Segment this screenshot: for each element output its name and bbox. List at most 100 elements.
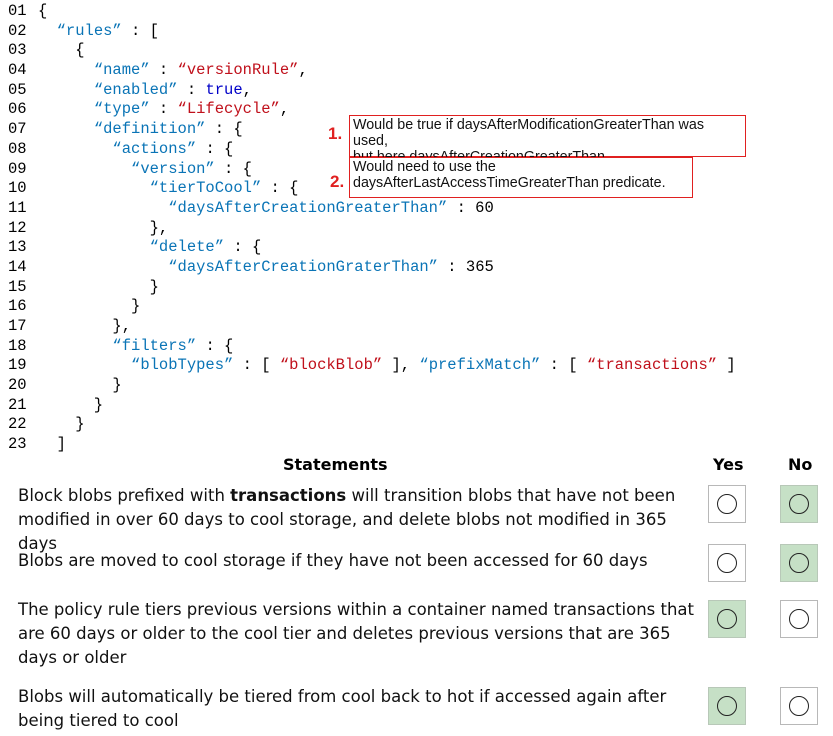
- json-punctuation: : [: [233, 356, 280, 375]
- line-number: 21: [8, 395, 27, 414]
- line-number: 02: [8, 21, 27, 40]
- json-punctuation: : {: [196, 336, 234, 355]
- line-number: 18: [8, 336, 27, 355]
- json-key: “rules”: [56, 21, 122, 40]
- code-line: 22 }: [8, 415, 828, 435]
- json-punctuation: ,: [279, 100, 290, 119]
- json-punctuation: [38, 337, 112, 355]
- json-punctuation: : {: [261, 179, 299, 198]
- json-key: “filters”: [112, 336, 197, 355]
- yes-option[interactable]: [708, 687, 746, 725]
- json-key: “type”: [93, 100, 150, 119]
- code-line: 13 “delete” : {: [8, 238, 828, 258]
- json-punctuation: [38, 356, 131, 374]
- json-punctuation: }: [38, 415, 85, 434]
- statement-text: Blobs will automatically be tiered from …: [18, 687, 667, 730]
- json-punctuation: {: [38, 41, 85, 60]
- radio-button[interactable]: [717, 696, 737, 716]
- line-number: 01: [8, 2, 27, 20]
- line-number: 23: [8, 435, 27, 454]
- radio-button[interactable]: [789, 696, 809, 716]
- json-key: “actions”: [112, 139, 197, 158]
- json-punctuation: [38, 120, 94, 138]
- no-header: No: [788, 455, 813, 474]
- json-punctuation: [38, 61, 94, 79]
- json-punctuation: : [: [121, 21, 159, 40]
- radio-button[interactable]: [789, 553, 809, 573]
- json-punctuation: :: [149, 100, 178, 119]
- json-punctuation: : 365: [437, 257, 494, 276]
- json-punctuation: : {: [205, 120, 243, 139]
- json-punctuation: [38, 140, 112, 158]
- json-punctuation: }: [38, 395, 104, 414]
- radio-button[interactable]: [789, 609, 809, 629]
- line-number: 12: [8, 218, 27, 237]
- code-line: 19 “blobTypes” : [ “blockBlob” ], “prefi…: [8, 356, 828, 376]
- json-punctuation: ,: [298, 61, 308, 80]
- statements-header: Statements: [283, 455, 388, 474]
- statement-text: Block blobs prefixed with transactions w…: [18, 486, 676, 553]
- code-line: 14 “daysAfterCreationGraterThan” : 365: [8, 258, 828, 278]
- code-line: 21 }: [8, 396, 828, 416]
- json-punctuation: : 60: [447, 198, 494, 217]
- line-number: 08: [8, 139, 27, 158]
- yes-option[interactable]: [708, 485, 746, 523]
- json-punctuation: }: [38, 376, 122, 395]
- json-string: “Lifecycle”: [177, 100, 280, 119]
- annotation-box-2: Would need to use the daysAfterLastAcces…: [349, 157, 693, 198]
- line-number: 19: [8, 356, 27, 375]
- code-line: 16 }: [8, 297, 828, 317]
- annotation-text: daysAfterLastAccessTimeGreaterThan predi…: [353, 175, 666, 191]
- json-punctuation: },: [38, 317, 132, 335]
- json-punctuation: }: [38, 277, 159, 296]
- json-punctuation: [38, 100, 94, 118]
- json-punctuation: {: [38, 2, 48, 20]
- code-line: 20 }: [8, 376, 828, 396]
- line-number: 14: [8, 257, 27, 276]
- code-line: 23 ]: [8, 435, 828, 455]
- yes-option[interactable]: [708, 544, 746, 582]
- json-punctuation: ]: [717, 356, 736, 375]
- line-number: 05: [8, 80, 27, 99]
- json-string: “blockBlob”: [279, 356, 383, 375]
- json-punctuation: [38, 179, 150, 197]
- line-number: 20: [8, 376, 27, 395]
- annotation-number-2: 2.: [330, 172, 345, 191]
- no-option[interactable]: [780, 485, 818, 523]
- line-number: 22: [8, 415, 27, 434]
- radio-button[interactable]: [717, 553, 737, 573]
- json-punctuation: [38, 238, 150, 256]
- line-number: 11: [8, 198, 27, 217]
- annotation-number-1: 1.: [328, 124, 343, 143]
- no-option[interactable]: [780, 600, 818, 638]
- code-line: 17 },: [8, 317, 828, 337]
- json-key: “version”: [131, 159, 215, 178]
- code-line: 04 “name” : “versionRule”,: [8, 61, 828, 81]
- line-number: 06: [8, 100, 27, 119]
- annotation-text: Would be true if daysAfterModificationGr…: [353, 117, 704, 149]
- json-punctuation: },: [38, 218, 169, 237]
- yes-option[interactable]: [708, 600, 746, 638]
- code-line: 03 {: [8, 41, 828, 61]
- code-line: 12 },: [8, 219, 828, 239]
- code-line: 15 }: [8, 278, 828, 298]
- statement-text: The policy rule tiers previous versions …: [18, 600, 695, 667]
- json-punctuation: [38, 199, 168, 217]
- radio-button[interactable]: [717, 609, 737, 629]
- code-line: 02 “rules” : [: [8, 22, 828, 42]
- json-punctuation: : [: [540, 356, 587, 375]
- annotation-text: Would need to use the: [353, 159, 496, 175]
- json-punctuation: [38, 160, 131, 178]
- radio-button[interactable]: [717, 494, 737, 514]
- json-punctuation: ,: [242, 80, 252, 99]
- json-punctuation: [38, 81, 94, 99]
- radio-button[interactable]: [789, 494, 809, 514]
- json-string: “versionRule”: [177, 61, 299, 80]
- json-string: “transactions”: [586, 356, 718, 375]
- line-number: 15: [8, 277, 27, 296]
- no-option[interactable]: [780, 687, 818, 725]
- json-key: “definition”: [93, 120, 206, 139]
- no-option[interactable]: [780, 544, 818, 582]
- json-key: “daysAfterCreationGreaterThan”: [168, 198, 448, 217]
- json-key: “delete”: [149, 238, 225, 257]
